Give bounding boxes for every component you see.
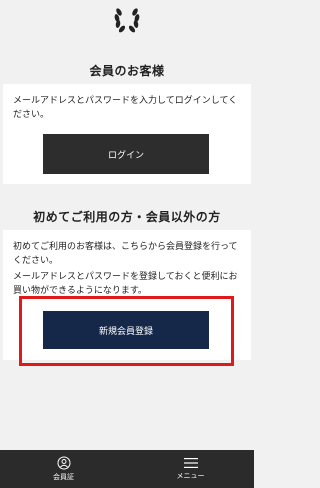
laurel-wreath-icon bbox=[114, 8, 140, 33]
user-circle-icon bbox=[57, 456, 70, 470]
member-card: メールアドレスとパスワードを入力してログインしてください。 ログイン bbox=[3, 84, 251, 184]
tab-menu[interactable]: メニュー bbox=[127, 450, 254, 488]
bottom-nav: 会員証 メニュー bbox=[0, 450, 254, 488]
tab-menu-label: メニュー bbox=[176, 472, 205, 480]
tab-member-card[interactable]: 会員証 bbox=[0, 450, 127, 488]
hamburger-menu-icon bbox=[183, 458, 198, 468]
highlight-box bbox=[19, 296, 234, 366]
laurel-logo bbox=[0, 4, 254, 34]
first-time-section-title: 初めてご利用の方・会員以外の方 bbox=[33, 210, 221, 224]
first-time-line2: メールアドレスとパスワードを登録しておくと便利にお買い物ができるようになります。 bbox=[13, 272, 238, 296]
member-description: メールアドレスとパスワードを入力してログインしてください。 bbox=[13, 96, 238, 120]
login-button[interactable]: ログイン bbox=[43, 134, 209, 174]
tab-member-card-label: 会員証 bbox=[53, 473, 74, 481]
member-section-title: 会員のお客様 bbox=[89, 64, 165, 78]
first-time-line1: 初めてご利用のお客様は、こちらから会員登録を行ってください。 bbox=[13, 242, 238, 266]
